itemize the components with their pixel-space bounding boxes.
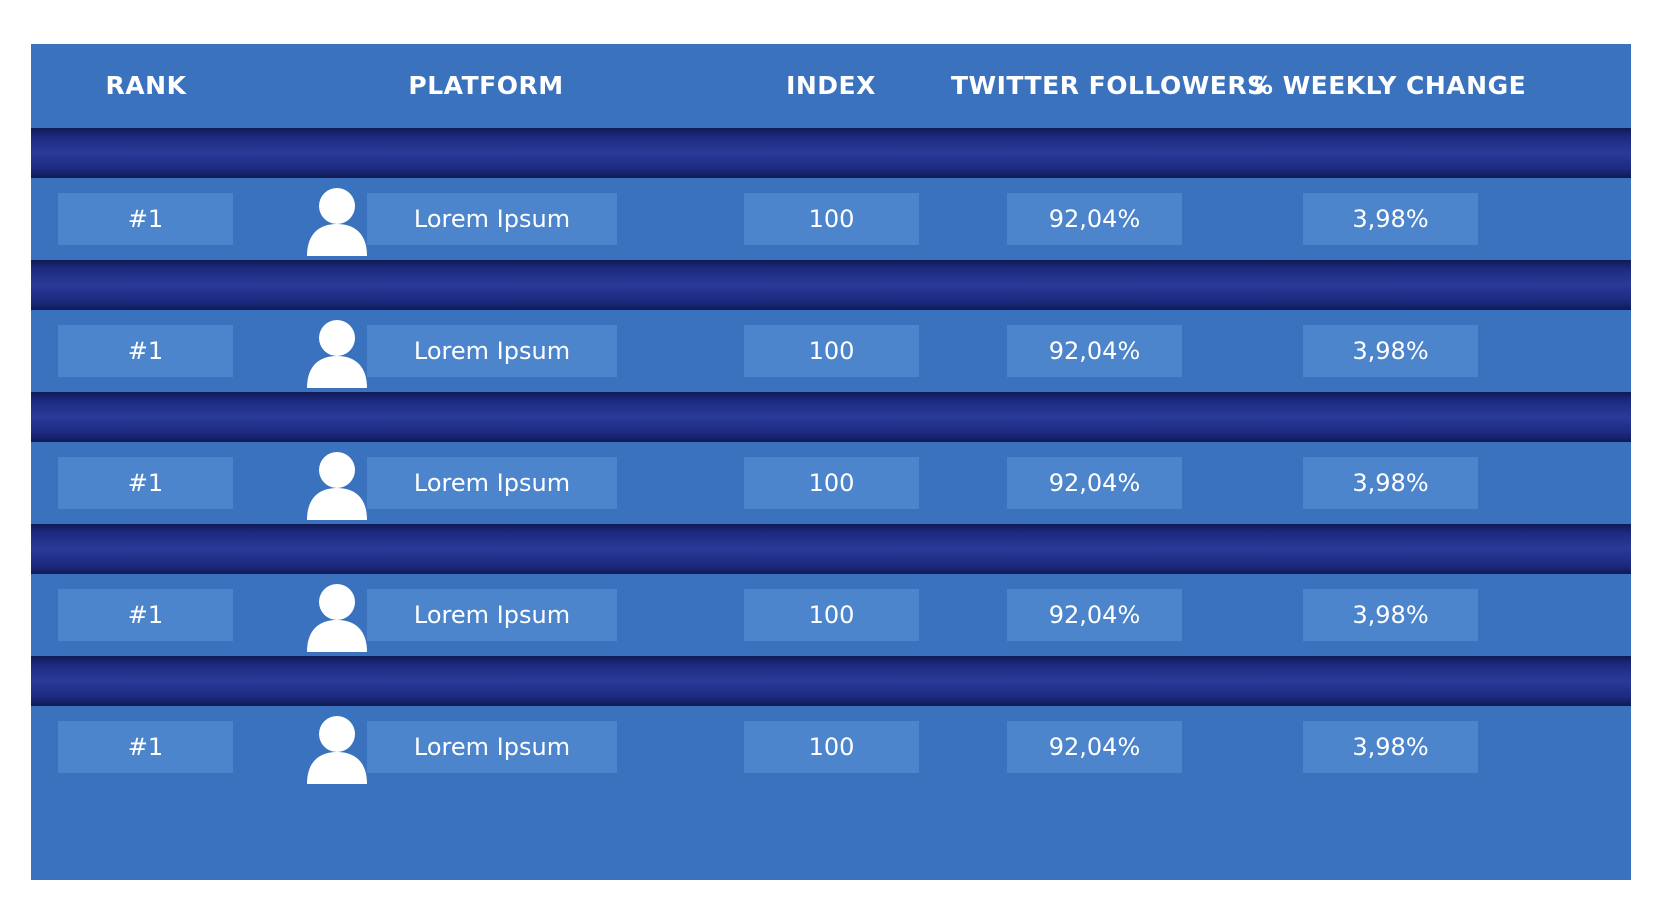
table-row[interactable]: #1 Lorem Ipsum 100 92,04% 3,98%: [31, 442, 1631, 524]
header-twitter-followers: TWITTER FOLLOWERS: [951, 71, 1266, 100]
user-icon: [305, 714, 369, 784]
table-header: RANK PLATFORM INDEX TWITTER FOLLOWERS % …: [31, 44, 1631, 128]
row-separator: [31, 656, 1631, 706]
user-icon: [305, 318, 369, 388]
weekly-change-cell: 3,98%: [1303, 325, 1478, 377]
header-weekly-change: % WEEKLY CHANGE: [1247, 71, 1527, 100]
header-rank: RANK: [105, 71, 187, 100]
platform-name: Lorem Ipsum: [367, 457, 617, 509]
row-separator: [31, 128, 1631, 178]
followers-cell: 92,04%: [1007, 193, 1182, 245]
user-icon: [305, 186, 369, 256]
rank-cell: #1: [58, 589, 233, 641]
followers-cell: 92,04%: [1007, 589, 1182, 641]
weekly-change-cell: 3,98%: [1303, 193, 1478, 245]
platform-name: Lorem Ipsum: [367, 325, 617, 377]
header-index: INDEX: [786, 71, 876, 100]
platform-name: Lorem Ipsum: [367, 589, 617, 641]
followers-cell: 92,04%: [1007, 457, 1182, 509]
rank-cell: #1: [58, 193, 233, 245]
index-cell: 100: [744, 193, 919, 245]
platform-name: Lorem Ipsum: [367, 721, 617, 773]
row-separator: [31, 260, 1631, 310]
user-icon: [305, 582, 369, 652]
rank-cell: #1: [58, 325, 233, 377]
row-separator: [31, 524, 1631, 574]
table-row[interactable]: #1 Lorem Ipsum 100 92,04% 3,98%: [31, 706, 1631, 788]
weekly-change-cell: 3,98%: [1303, 721, 1478, 773]
weekly-change-cell: 3,98%: [1303, 589, 1478, 641]
index-cell: 100: [744, 457, 919, 509]
table-row[interactable]: #1 Lorem Ipsum 100 92,04% 3,98%: [31, 178, 1631, 260]
index-cell: 100: [744, 721, 919, 773]
row-separator: [31, 392, 1631, 442]
followers-cell: 92,04%: [1007, 325, 1182, 377]
leaderboard-table: RANK PLATFORM INDEX TWITTER FOLLOWERS % …: [31, 44, 1631, 880]
rank-cell: #1: [58, 457, 233, 509]
user-icon: [305, 450, 369, 520]
followers-cell: 92,04%: [1007, 721, 1182, 773]
weekly-change-cell: 3,98%: [1303, 457, 1478, 509]
table-row[interactable]: #1 Lorem Ipsum 100 92,04% 3,98%: [31, 310, 1631, 392]
header-platform: PLATFORM: [408, 71, 564, 100]
index-cell: 100: [744, 589, 919, 641]
table-row[interactable]: #1 Lorem Ipsum 100 92,04% 3,98%: [31, 574, 1631, 656]
rank-cell: #1: [58, 721, 233, 773]
platform-name: Lorem Ipsum: [367, 193, 617, 245]
index-cell: 100: [744, 325, 919, 377]
